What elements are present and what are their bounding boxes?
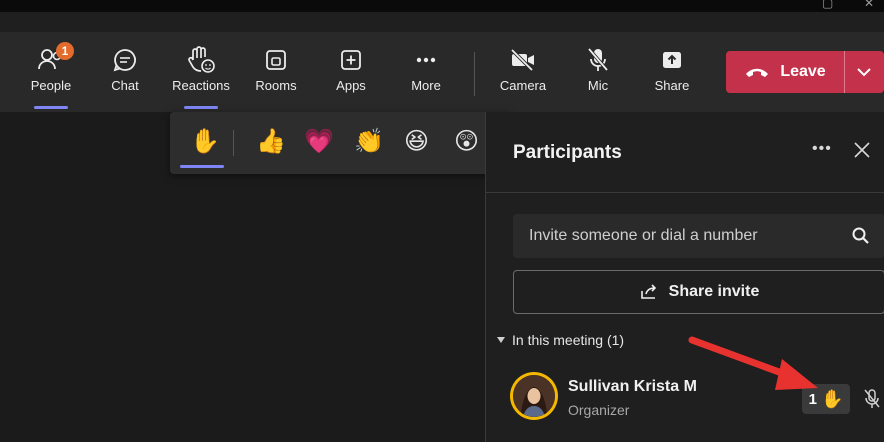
apps-icon [341,50,361,70]
camera-off-icon [510,48,534,72]
toolbar-divider [474,52,475,96]
reaction-surprised[interactable]: 😲 [454,126,479,158]
reaction-laugh[interactable]: 😆 [404,126,429,158]
participant-name: Sullivan Krista M [568,378,697,395]
panel-close-button[interactable] [852,140,872,165]
reactions-flyout: ✋ 👍 💗 👏 😆 😲 [170,112,510,174]
reaction-applause[interactable]: 👏 [354,126,384,158]
search-icon[interactable] [851,226,871,251]
in-meeting-section-header[interactable]: In this meeting (1) [496,332,624,348]
panel-more-options[interactable]: ••• [812,140,832,158]
leave-label: Leave [780,63,826,80]
more-icon [416,57,436,63]
mic-label: Mic [587,78,609,93]
participant-role: Organizer [568,402,630,418]
mic-muted-icon [864,389,880,408]
share-label: Share [654,78,690,93]
avatar [510,372,558,420]
leave-button[interactable]: Leave [726,63,844,81]
chevron-down-icon [857,68,871,77]
share-button[interactable]: Share [637,44,707,93]
raised-hand-count: 1 [808,390,817,408]
apps-label: Apps [336,78,366,93]
share-invite-label: Share invite [668,283,760,300]
raise-hand-active-indicator [180,165,224,168]
participant-mic-status[interactable] [862,388,882,415]
reaction-raise-hand[interactable]: ✋ [190,126,220,158]
invite-search-placeholder: Invite someone or dial a number [529,227,758,244]
apps-button[interactable]: Apps [316,44,386,93]
people-count-badge: 1 [56,42,74,60]
leave-control: Leave [726,51,884,93]
rooms-button[interactable]: Rooms [241,44,311,93]
camera-label: Camera [499,78,547,93]
window-titlebar: ▢ ✕ [0,0,884,12]
reaction-like[interactable]: 👍 [256,126,286,158]
caret-down-icon [497,337,505,343]
avatar-photo [513,375,555,417]
people-label: People [30,78,72,93]
reactions-label: Reactions [172,78,230,93]
share-invite-button[interactable]: Share invite [513,270,884,314]
rooms-label: Rooms [255,78,297,93]
invite-search-field[interactable]: Invite someone or dial a number [513,214,884,258]
reactions-icon [188,46,215,73]
panel-divider [486,192,884,193]
mic-off-icon [587,47,609,72]
section-label: In this meeting (1) [512,332,625,348]
share-arrow-icon [640,284,656,299]
more-label: More [411,78,441,93]
phone-hangup-icon [746,68,769,77]
people-active-indicator [34,106,68,109]
chat-label: Chat [111,78,139,93]
raised-hand-icon: ✋ [820,388,844,409]
participants-panel: Participants ••• Invite someone or dial … [485,112,884,442]
reactions-divider [233,130,234,156]
participant-row[interactable]: Sullivan Krista M Organizer 1 ✋ [510,368,884,428]
raised-hand-indicator: 1 ✋ [802,384,850,414]
camera-button[interactable]: Camera [488,44,558,93]
chat-button[interactable]: Chat [90,44,160,93]
restore-icon[interactable]: ▢ [822,0,833,10]
panel-title: Participants [513,142,622,163]
chat-icon [113,49,136,72]
close-window-icon[interactable]: ✕ [864,0,874,10]
people-button[interactable]: 1 People [16,42,86,109]
meeting-toolbar: 1 People Chat Reactions Rooms Apps More … [0,32,884,112]
rooms-icon [266,50,286,70]
more-button[interactable]: More [391,44,461,93]
share-screen-icon [663,52,681,68]
close-icon [854,142,870,158]
reactions-button[interactable]: Reactions [166,44,236,109]
leave-options-button[interactable] [845,67,883,77]
reaction-heart[interactable]: 💗 [304,126,334,158]
reactions-active-indicator [184,106,218,109]
mic-button[interactable]: Mic [563,44,633,93]
